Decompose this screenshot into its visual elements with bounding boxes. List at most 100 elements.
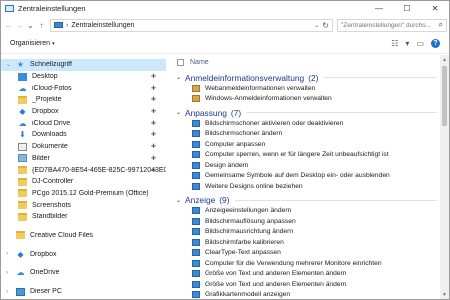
list-item[interactable]: Anzeigeeinstellungen ändern [176, 206, 449, 217]
organize-button[interactable]: Organisieren ▾ [10, 40, 55, 47]
view-dropdown-icon[interactable]: ▾ [405, 39, 409, 48]
close-button[interactable]: ✕ [421, 1, 449, 16]
scroll-down-icon[interactable]: ▼ [440, 290, 449, 299]
nav-item-dokumente[interactable]: Dokumente ✚ [1, 141, 166, 153]
organize-label: Organisieren [10, 40, 51, 47]
nav-item-dropbox-quick[interactable]: ◆ Dropbox ✚ [1, 106, 166, 118]
list-item[interactable]: Bildschirmauflösung anpassen [176, 216, 449, 227]
list-item-label: Bildschirmausrichtung ändern [205, 228, 294, 236]
list-item[interactable]: Bildschirmfarbe kalibrieren [176, 237, 449, 248]
recent-locations-button[interactable]: ⌄ [25, 18, 36, 32]
preview-pane-icon[interactable]: ▭ [416, 39, 424, 48]
list-item[interactable]: Computer anpassen [176, 139, 449, 150]
search-icon[interactable]: ⌕ [439, 20, 443, 30]
group-count: (7) [230, 107, 242, 118]
scroll-thumb[interactable] [442, 66, 447, 126]
group-title[interactable]: Anmeldeinformationsverwaltung [185, 73, 304, 83]
breadcrumb-path[interactable]: Zentraleinstellungen [71, 22, 314, 29]
help-icon[interactable]: ? [431, 39, 440, 48]
search-input[interactable] [341, 21, 439, 29]
nav-item-standbilder[interactable]: Standbilder [1, 211, 166, 223]
minimize-button[interactable]: — [365, 1, 393, 16]
list-item[interactable]: Bildschirmschoner ändern [176, 129, 449, 140]
view-options-icon[interactable]: ☷ [391, 39, 398, 48]
column-header[interactable]: Name [176, 55, 449, 69]
nav-item-guid-folder[interactable]: {ED7BA470-8E54-465E-825C-99712043E01C} ✚ [1, 164, 166, 176]
group-divider [323, 77, 437, 78]
pc-icon [16, 287, 25, 296]
nav-item-desktop[interactable]: Desktop ✚ [1, 71, 166, 83]
expander-icon[interactable]: ⌄ [6, 61, 11, 68]
monitor-icon [192, 280, 200, 288]
collapse-icon[interactable]: ⌄ [176, 109, 182, 116]
list-item-label: Größe von Text und anderen Elementen änd… [205, 270, 347, 278]
explorer-window: Zentraleinstellungen — ☐ ✕ ← → ⌄ ↑ › Zen… [0, 0, 450, 300]
nav-item-icloud-photos[interactable]: ☁ iCloud-Fotos ✚ [1, 82, 166, 94]
nav-item-creative-cloud[interactable]: Creative Cloud Files [1, 230, 166, 242]
nav-item-screenshots[interactable]: Screenshots [1, 199, 166, 211]
collapse-icon[interactable]: ⌄ [176, 74, 182, 81]
nav-item-pcgo[interactable]: PCgo 2015.12 Gold-Premium (Office) [1, 188, 166, 200]
monitor-icon [192, 140, 200, 148]
nav-item-downloads[interactable]: ⬇ Downloads ✚ [1, 129, 166, 141]
select-all-checkbox[interactable] [177, 58, 184, 66]
maximize-button[interactable]: ☐ [393, 1, 421, 16]
list-item[interactable]: Gemeinsame Symbole auf dem Desktop ein- … [176, 171, 449, 182]
list-item[interactable]: Bildschirmschoner aktivieren oder deakti… [176, 118, 449, 129]
group-count: (2) [308, 72, 319, 83]
cloud-icon: ☁ [18, 118, 27, 128]
nav-item-label: OneDrive [30, 269, 60, 277]
forward-button[interactable]: → [14, 18, 25, 32]
nav-item-quick-access[interactable]: ⌄ ★ Schnellzugriff [1, 59, 166, 71]
nav-item-projekte[interactable]: _Projekte ✚ [1, 94, 166, 106]
nav-item-icloud-drive[interactable]: ☁ iCloud Drive ✚ [1, 117, 166, 129]
nav-item-onedrive[interactable]: › ☁ OneDrive [1, 267, 166, 279]
expander-icon[interactable]: › [6, 251, 8, 257]
scroll-up-icon[interactable]: ▲ [440, 55, 449, 64]
list-item[interactable]: Bildschirmausrichtung ändern [176, 227, 449, 238]
nav-item-bilder[interactable]: Bilder ✚ [1, 153, 166, 165]
address-dropdown-icon[interactable]: ⌄ [314, 22, 319, 29]
list-item[interactable]: Windows-Anmeldeinformationen verwalten [176, 94, 449, 105]
nav-item-label: Desktop [32, 73, 58, 81]
list-item[interactable]: ClearType-Text anpassen [176, 248, 449, 259]
nav-item-dj-controller[interactable]: DJ-Controller [1, 176, 166, 188]
up-button[interactable]: ↑ [36, 18, 47, 32]
breadcrumb-separator-icon[interactable]: › [66, 22, 68, 29]
nav-item-this-pc[interactable]: › Dieser PC [1, 286, 166, 298]
monitor-icon [192, 238, 200, 246]
list-item[interactable]: Grafikkartenmodell anzeigen [176, 290, 449, 300]
list-item-label: Bildschirmschoner ändern [205, 130, 283, 138]
group-title[interactable]: Anpassung [185, 108, 227, 118]
content-pane: Name ⌄ Anmeldeinformationsverwaltung (2)… [166, 55, 449, 299]
group-header[interactable]: ⌄ Anzeige (9) [176, 195, 449, 206]
refresh-icon[interactable]: ↻ [322, 21, 329, 30]
list-item[interactable]: Computer sperren, wenn er für längere Ze… [176, 150, 449, 161]
list-item-label: Bildschirmfarbe kalibrieren [205, 238, 284, 246]
list-item[interactable]: Webanmeldeinformationen verwalten [176, 83, 449, 94]
list-item[interactable]: Größe von Text und anderen Elementen änd… [176, 269, 449, 280]
search-box[interactable]: ⌕ [337, 18, 447, 32]
list-item[interactable]: Design ändern [176, 160, 449, 171]
expander-icon[interactable]: › [6, 289, 8, 295]
group-header[interactable]: ⌄ Anmeldeinformationsverwaltung (2) [176, 72, 449, 83]
list-item[interactable]: Größe von Text und anderen Elementen änd… [176, 279, 449, 290]
vertical-scrollbar[interactable]: ▲ ▼ [440, 55, 449, 299]
folder-icon [18, 201, 27, 210]
list-item[interactable]: Weitere Designs online beziehen [176, 181, 449, 192]
address-bar[interactable]: › Zentraleinstellungen ⌄ ↻ [50, 18, 333, 32]
pin-icon: ✚ [150, 132, 156, 139]
group-header[interactable]: ⌄ Anpassung (7) [176, 107, 449, 118]
back-button[interactable]: ← [3, 18, 14, 32]
nav-item-dropbox[interactable]: › ◆ Dropbox [1, 248, 166, 260]
pin-icon: ✚ [150, 155, 156, 162]
column-name[interactable]: Name [190, 59, 209, 66]
collapse-icon[interactable]: ⌄ [176, 197, 182, 204]
list-item[interactable]: Computer für die Verwendung mehrerer Mon… [176, 258, 449, 269]
group-title[interactable]: Anzeige [185, 195, 215, 205]
expander-icon[interactable]: › [6, 270, 8, 276]
nav-item-label: Dropbox [30, 250, 57, 258]
list-item-label: Computer sperren, wenn er für längere Ze… [205, 151, 389, 159]
group-display: ⌄ Anzeige (9) Anzeigeeinstellungen änder… [176, 195, 449, 300]
dropbox-icon: ◆ [17, 249, 24, 259]
